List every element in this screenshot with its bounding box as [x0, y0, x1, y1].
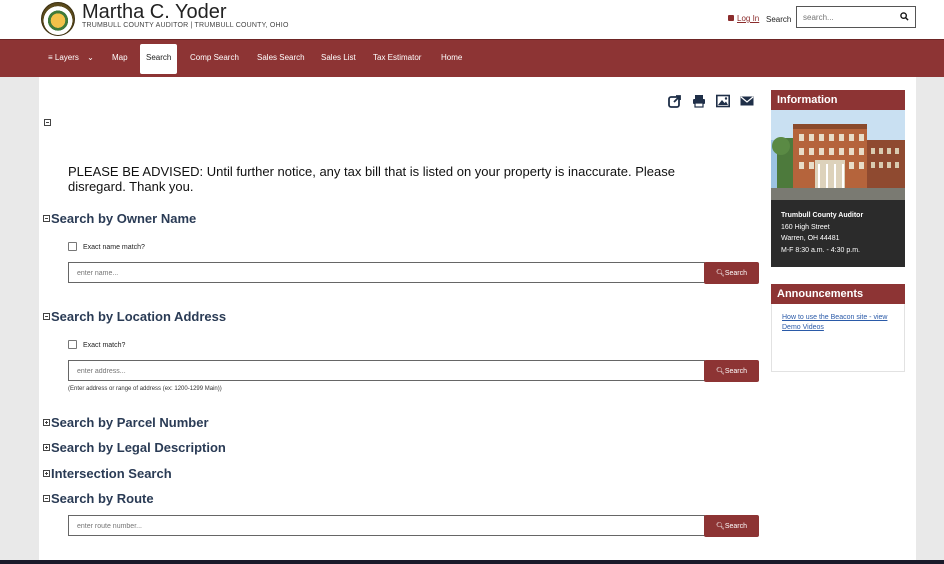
office-city: Warren, OH 44481 [781, 235, 840, 242]
header-search-box[interactable] [796, 6, 916, 28]
menu-icon: ≡ [48, 53, 53, 62]
route-section-title: Search by Route [51, 491, 154, 506]
search-icon: 🔍︎ [715, 368, 725, 375]
route-section-header[interactable]: Search by Route [43, 491, 154, 506]
nav-sales-search[interactable]: Sales Search [257, 53, 305, 62]
exact-match-label: Exact match? [83, 342, 126, 349]
checkbox-icon [68, 340, 77, 349]
office-hours: M-F 8:30 a.m. - 4:30 p.m. [781, 246, 860, 254]
exact-name-match-checkbox[interactable]: Exact name match? [68, 242, 145, 251]
advisory-notice: PLEASE BE ADVISED: Until further notice,… [68, 164, 675, 194]
nav-map[interactable]: Map [112, 53, 128, 62]
image-icon[interactable] [716, 94, 730, 108]
share-icon[interactable] [668, 94, 682, 108]
search-icon: 🔍︎ [715, 270, 725, 277]
lock-icon [728, 15, 734, 21]
search-icon[interactable] [900, 12, 909, 21]
legal-section-header[interactable]: Search by Legal Description [43, 440, 226, 455]
email-icon[interactable] [740, 94, 754, 108]
parcel-section-header[interactable]: Search by Parcel Number [43, 415, 209, 430]
advisory-collapse-toggle[interactable] [44, 114, 52, 132]
route-input[interactable] [77, 520, 677, 532]
expand-icon [43, 444, 50, 451]
collapse-icon [44, 119, 51, 126]
collapse-icon [43, 313, 50, 320]
checkbox-icon [68, 242, 77, 251]
intersection-section-header[interactable]: Intersection Search [43, 466, 172, 481]
route-search-button-label: Search [724, 523, 748, 530]
nav-home[interactable]: Home [441, 53, 462, 62]
nav-comp-search[interactable]: Comp Search [190, 53, 239, 62]
main-nav: ≡ Layers ⌄ Map Search Comp Search Sales … [0, 39, 944, 77]
intersection-section-title: Intersection Search [51, 466, 172, 481]
search-icon: 🔍︎ [715, 523, 725, 530]
owner-name-input[interactable] [77, 267, 677, 279]
login-label: Log In [737, 14, 760, 23]
county-seal-logo [41, 2, 75, 36]
courthouse-photo [771, 110, 905, 200]
expand-icon [43, 470, 50, 477]
auditor-subtitle: TRUMBULL COUNTY AUDITOR | TRUMBULL COUNT… [82, 22, 289, 29]
address-search-button[interactable]: 🔍︎Search [704, 360, 759, 382]
address-search-button-label: Search [724, 368, 748, 375]
owner-section-title: Search by Owner Name [51, 211, 197, 226]
location-section-title: Search by Location Address [51, 309, 227, 324]
office-info: Trumbull County Auditor 160 High Street … [771, 200, 905, 267]
main-content: PLEASE BE ADVISED: Until further notice,… [39, 77, 766, 560]
location-section-header[interactable]: Search by Location Address [43, 309, 226, 324]
collapse-icon [43, 495, 50, 502]
owner-search-button[interactable]: 🔍︎Search [704, 262, 759, 284]
exact-address-match-checkbox[interactable]: Exact match? [68, 340, 125, 349]
route-search-button[interactable]: 🔍︎Search [704, 515, 759, 537]
nav-layers-label: Layers [54, 53, 79, 62]
office-street: 160 High Street [781, 223, 830, 231]
parcel-section-title: Search by Parcel Number [51, 415, 209, 430]
owner-search-button-label: Search [724, 270, 748, 277]
expand-icon [43, 419, 50, 426]
information-panel-title: Information [771, 90, 905, 110]
address-input[interactable] [77, 365, 677, 377]
legal-section-title: Search by Legal Description [51, 440, 226, 455]
owner-section-header[interactable]: Search by Owner Name [43, 211, 196, 226]
login-link[interactable]: Log In [728, 14, 759, 23]
route-field[interactable] [68, 515, 705, 536]
owner-name-field[interactable] [68, 262, 705, 283]
nav-layers[interactable]: ≡ Layers ⌄ [48, 53, 94, 62]
header-search-label: Search [766, 15, 792, 24]
nav-sales-list[interactable]: Sales List [321, 53, 356, 62]
chevron-down-icon: ⌄ [87, 53, 94, 62]
footer-bar [0, 560, 944, 564]
announcements-panel-title: Announcements [771, 284, 905, 304]
header-search-input[interactable] [803, 10, 893, 24]
announcements-panel: How to use the Beacon site - view Demo V… [771, 304, 905, 372]
collapse-icon [43, 215, 50, 222]
demo-videos-link[interactable]: How to use the Beacon site - view Demo V… [782, 313, 908, 333]
address-hint: (Enter address or range of address (ex: … [68, 386, 222, 392]
print-icon[interactable] [692, 94, 706, 108]
page-background-strip [766, 464, 916, 560]
nav-tax-estimator[interactable]: Tax Estimator [373, 53, 421, 62]
site-header: Martha C. Yoder TRUMBULL COUNTY AUDITOR … [0, 0, 944, 39]
nav-search[interactable]: Search [140, 44, 178, 74]
exact-name-match-label: Exact name match? [83, 244, 145, 251]
address-field[interactable] [68, 360, 705, 381]
auditor-name: Martha C. Yoder [82, 1, 227, 23]
office-name: Trumbull County Auditor [781, 212, 864, 219]
